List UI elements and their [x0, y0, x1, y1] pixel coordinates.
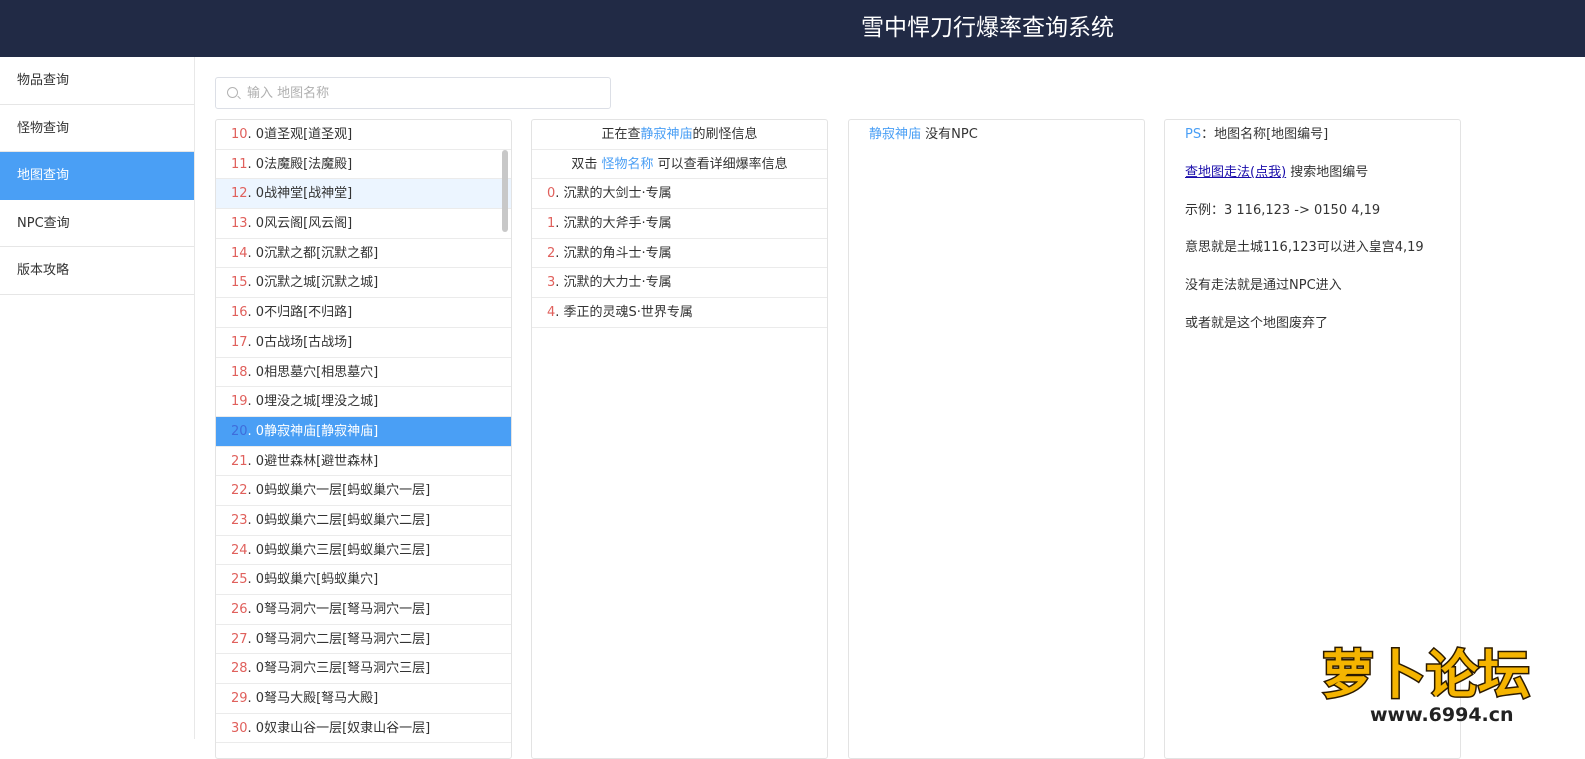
sidebar-item-map-query[interactable]: 地图查询: [0, 152, 194, 200]
map-list-item-selected[interactable]: 20. 0静寂神庙[静寂神庙]: [216, 416, 511, 447]
map-route-link[interactable]: 查地图走法(点我): [1185, 165, 1286, 180]
info-example: 示例：3 116,123 -> 0150 4,19: [1185, 202, 1381, 218]
map-list-item[interactable]: 19. 0埋没之城[埋没之城]: [216, 387, 511, 417]
monster-panel: 正在查静寂神庙的刷怪信息 双击 怪物名称 可以查看详细爆率信息 0. 沉默的大剑…: [531, 119, 828, 759]
map-list-item[interactable]: 14. 0沉默之都[沉默之都]: [216, 239, 511, 269]
map-list-item[interactable]: 18. 0相思墓穴[相思墓穴]: [216, 358, 511, 388]
map-list-item[interactable]: 28. 0弩马洞穴三层[弩马洞穴三层]: [216, 654, 511, 685]
sidebar-item-item-query[interactable]: 物品查询: [0, 57, 194, 105]
app-header: 雪中悍刀行爆率查询系统: [0, 0, 1585, 57]
monster-panel-header: 正在查静寂神庙的刷怪信息: [532, 120, 827, 150]
map-list-item[interactable]: 23. 0蚂蚁巢穴二层[蚂蚁巢穴二层]: [216, 506, 511, 536]
map-list-item[interactable]: 13. 0风云阁[风云阁]: [216, 209, 511, 239]
map-list-item[interactable]: 21. 0避世森林[避世森林]: [216, 447, 511, 477]
monster-list-item[interactable]: 0. 沉默的大剑士·专属: [532, 179, 827, 210]
map-list-item[interactable]: 12. 0战神堂[战神堂]: [216, 179, 511, 210]
site-watermark-logo: 萝卜论坛 www.6994.cn: [1321, 645, 1532, 727]
map-list-item[interactable]: 22. 0蚂蚁巢穴一层[蚂蚁巢穴一层]: [216, 476, 511, 506]
monster-list-item[interactable]: 4. 季正的灵魂S·世界专属: [532, 298, 827, 328]
map-list-item[interactable]: 27. 0弩马洞穴二层[弩马洞穴二层]: [216, 625, 511, 655]
monster-list-item[interactable]: 2. 沉默的角斗士·专属: [532, 239, 827, 269]
svg-text:www.6994.cn: www.6994.cn: [1370, 704, 1514, 726]
map-list-item[interactable]: 11. 0法魔殿[法魔殿]: [216, 150, 511, 180]
sidebar: 物品查询 怪物查询 地图查询 NPC查询 版本攻略: [0, 57, 195, 739]
info-no-path: 没有走法就是通过NPC进入: [1185, 278, 1342, 294]
info-abandoned: 或者就是这个地图废弃了: [1185, 315, 1329, 331]
map-list-item[interactable]: 17. 0古战场[古战场]: [216, 328, 511, 358]
sidebar-item-version-guide[interactable]: 版本攻略: [0, 247, 194, 295]
npc-status: 静寂神庙 没有NPC: [869, 127, 978, 142]
map-list-item[interactable]: 26. 0弩马洞穴一层[弩马洞穴一层]: [216, 595, 511, 625]
info-map-route: 查地图走法(点我) 搜索地图编号: [1185, 164, 1369, 180]
sidebar-item-npc-query[interactable]: NPC查询: [0, 200, 194, 247]
monster-list-item[interactable]: 3. 沉默的大力士·专属: [532, 268, 827, 299]
map-list-panel: 10. 0道圣观[道圣观] 11. 0法魔殿[法魔殿] 12. 0战神堂[战神堂…: [215, 119, 512, 759]
search-box: [215, 77, 611, 109]
info-meaning: 意思就是土城116,123可以进入皇宫4,19: [1185, 240, 1424, 256]
info-ps: PS：地图名称[地图编号]: [1185, 127, 1329, 142]
svg-text:萝卜论坛: 萝卜论坛: [1322, 646, 1530, 706]
map-list-item[interactable]: 16. 0不归路[不归路]: [216, 298, 511, 328]
monster-list-item[interactable]: 1. 沉默的大斧手·专属: [532, 209, 827, 239]
app-title: 雪中悍刀行爆率查询系统: [861, 15, 1114, 41]
map-list-item[interactable]: 29. 0弩马大殿[弩马大殿]: [216, 684, 511, 714]
sidebar-item-monster-query[interactable]: 怪物查询: [0, 105, 194, 152]
npc-panel: 静寂神庙 没有NPC: [848, 119, 1145, 759]
search-icon: [227, 87, 238, 98]
map-list-scrollbar[interactable]: [502, 150, 508, 232]
map-search-input[interactable]: [247, 78, 597, 108]
map-list-item[interactable]: 25. 0蚂蚁巢穴[蚂蚁巢穴]: [216, 565, 511, 595]
map-list-item[interactable]: 24. 0蚂蚁巢穴三层[蚂蚁巢穴三层]: [216, 536, 511, 566]
map-list-item[interactable]: 10. 0道圣观[道圣观]: [216, 120, 511, 150]
map-list-item[interactable]: 15. 0沉默之城[沉默之城]: [216, 268, 511, 299]
monster-panel-hint: 双击 怪物名称 可以查看详细爆率信息: [532, 150, 827, 180]
